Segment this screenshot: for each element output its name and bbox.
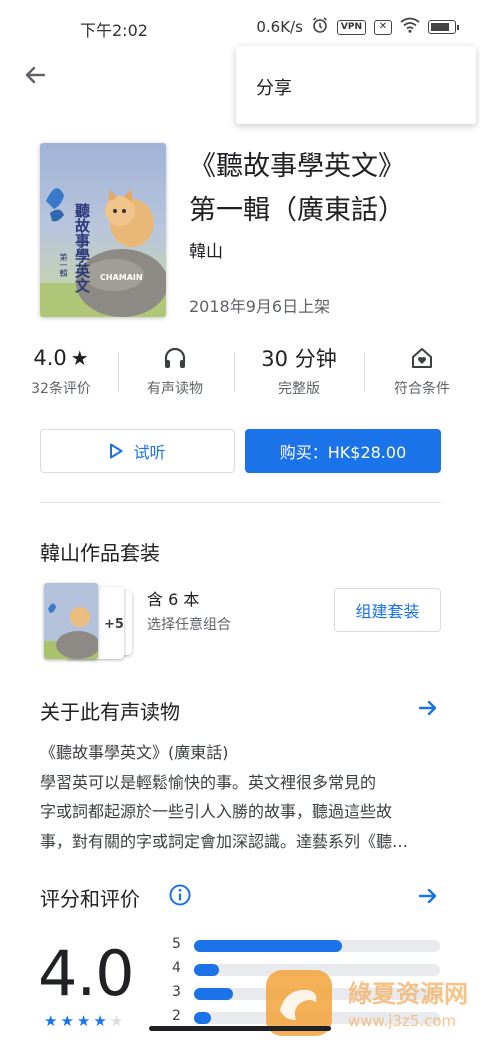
duration-label: 完整版 bbox=[278, 381, 320, 397]
book-author[interactable]: 韓山 bbox=[189, 237, 223, 262]
watermark-url: www.j3z5.com bbox=[348, 1012, 457, 1030]
star-icon: ★ bbox=[109, 1012, 124, 1030]
rating-bar-fill bbox=[194, 1012, 212, 1024]
about-line: 字或詞都起源於一些引人入勝的故事，聽過這些故 bbox=[40, 802, 393, 821]
stat-rating: 4.0 ★ 32条评价 bbox=[6, 340, 116, 398]
stat-divider bbox=[118, 352, 119, 392]
alarm-icon bbox=[311, 16, 329, 38]
build-bundle-button[interactable]: 组建套装 bbox=[334, 588, 441, 632]
section-divider bbox=[40, 502, 441, 503]
about-line: 事，對有關的字或詞定會加深認識。達藝系列《聽… bbox=[40, 831, 409, 851]
stat-duration: 30 分钟 完整版 bbox=[244, 340, 354, 398]
average-rating: 4.0 bbox=[38, 937, 135, 1010]
rating-bar-track bbox=[194, 940, 440, 952]
bundle-count: 含 6 本 bbox=[147, 590, 200, 609]
bundle-covers[interactable]: +5 bbox=[40, 583, 135, 661]
cover-brand: CHAMAIN bbox=[100, 273, 143, 282]
rating-count: 32条评价 bbox=[31, 381, 91, 397]
status-time: 下午2:02 bbox=[80, 21, 148, 40]
bundle-subtitle: 选择任意组合 bbox=[147, 617, 231, 633]
rating-bar-label: 4 bbox=[172, 960, 181, 976]
rating-bar-label: 2 bbox=[172, 1008, 181, 1024]
duration-value: 30 分钟 bbox=[261, 347, 337, 371]
battery-icon bbox=[428, 20, 459, 34]
no-sim-icon: ✕ bbox=[374, 19, 392, 35]
about-line: 學習英可以是輕鬆愉快的事。英文裡很多常見的 bbox=[40, 772, 377, 792]
listen-sample-button[interactable]: 试听 bbox=[40, 429, 235, 473]
book-cover[interactable]: 聽故事學英文 第一輯 CHAMAIN bbox=[40, 143, 166, 317]
wifi-icon bbox=[400, 17, 420, 37]
average-stars: ★ ★ ★ ★ ★ bbox=[44, 1012, 123, 1030]
about-title[interactable]: 关于此有声读物 bbox=[40, 696, 180, 725]
build-bundle-label: 组建套装 bbox=[355, 602, 420, 621]
rating-bar-row: 5 bbox=[172, 936, 442, 960]
book-title: 《聽故事學英文》 第一輯（廣東話） bbox=[189, 145, 459, 233]
star-icon: ★ bbox=[76, 1012, 91, 1030]
ratings-arrow-icon[interactable] bbox=[416, 884, 440, 908]
back-button[interactable] bbox=[20, 60, 50, 90]
rating-bar-fill bbox=[194, 988, 234, 1000]
stat-divider bbox=[234, 352, 235, 392]
book-title-line1: 《聽故事學英文》 bbox=[189, 151, 405, 182]
stat-eligible[interactable]: 符合条件 bbox=[367, 340, 477, 398]
stats-row: 4.0 ★ 32条评价 有声读物 30 分钟 完整版 符合条件 bbox=[0, 340, 480, 402]
cover-illustration bbox=[40, 143, 166, 317]
bundle-extra-count: +5 bbox=[104, 617, 124, 632]
buy-button[interactable]: 购买：HK$28.00 bbox=[245, 429, 441, 473]
about-line: 《聽故事學英文》(廣東話) bbox=[40, 743, 229, 762]
rating-bar-fill bbox=[194, 964, 219, 976]
ratings-title[interactable]: 评分和评价 bbox=[40, 883, 140, 912]
rating-bar-fill bbox=[194, 940, 342, 952]
about-description[interactable]: 《聽故事學英文》(廣東話) 學習英可以是輕鬆愉快的事。英文裡很多常見的 字或詞都… bbox=[40, 738, 440, 856]
rating-value: 4.0 bbox=[33, 346, 67, 370]
info-icon[interactable] bbox=[168, 883, 192, 907]
bundle-title: 韓山作品套装 bbox=[40, 541, 160, 565]
star-icon: ★ bbox=[93, 1012, 107, 1030]
status-icons: 0.6K/s VPN ✕ bbox=[256, 16, 459, 38]
release-date: 2018年9月6日上架 bbox=[189, 297, 331, 316]
menu-item-share[interactable]: 分享 bbox=[256, 74, 292, 100]
star-icon: ★ bbox=[60, 1012, 74, 1030]
battery-fill bbox=[431, 23, 449, 31]
net-speed: 0.6K/s bbox=[256, 18, 303, 36]
cover-subtitle: 第一輯 bbox=[59, 253, 68, 277]
overflow-menu: 分享 bbox=[236, 46, 476, 124]
watermark-title: 綠夏资源网 bbox=[348, 980, 468, 1008]
book-title-line2: 第一輯（廣東話） bbox=[189, 195, 405, 226]
cover-title: 聽故事學英文 bbox=[73, 203, 91, 293]
play-icon bbox=[110, 443, 123, 459]
about-arrow-icon[interactable] bbox=[416, 696, 440, 720]
bundle-cover-thumb bbox=[44, 583, 98, 659]
eligible-label: 符合条件 bbox=[394, 381, 450, 397]
stat-divider bbox=[364, 352, 365, 392]
star-icon: ★ bbox=[70, 346, 89, 370]
rating-bar-label: 3 bbox=[172, 984, 181, 1000]
vpn-icon: VPN bbox=[336, 19, 366, 35]
stat-audiobook: 有声读物 bbox=[120, 340, 230, 398]
home-indicator[interactable] bbox=[149, 1026, 331, 1031]
arrow-back-icon bbox=[25, 66, 46, 84]
headphones-icon bbox=[164, 347, 186, 368]
buy-label: 购买：HK$28.00 bbox=[279, 443, 407, 462]
family-library-icon bbox=[412, 348, 432, 368]
sample-label: 试听 bbox=[133, 443, 166, 462]
rating-bar-label: 5 bbox=[172, 936, 181, 952]
star-icon: ★ bbox=[44, 1012, 58, 1030]
audiobook-label: 有声读物 bbox=[147, 381, 203, 397]
